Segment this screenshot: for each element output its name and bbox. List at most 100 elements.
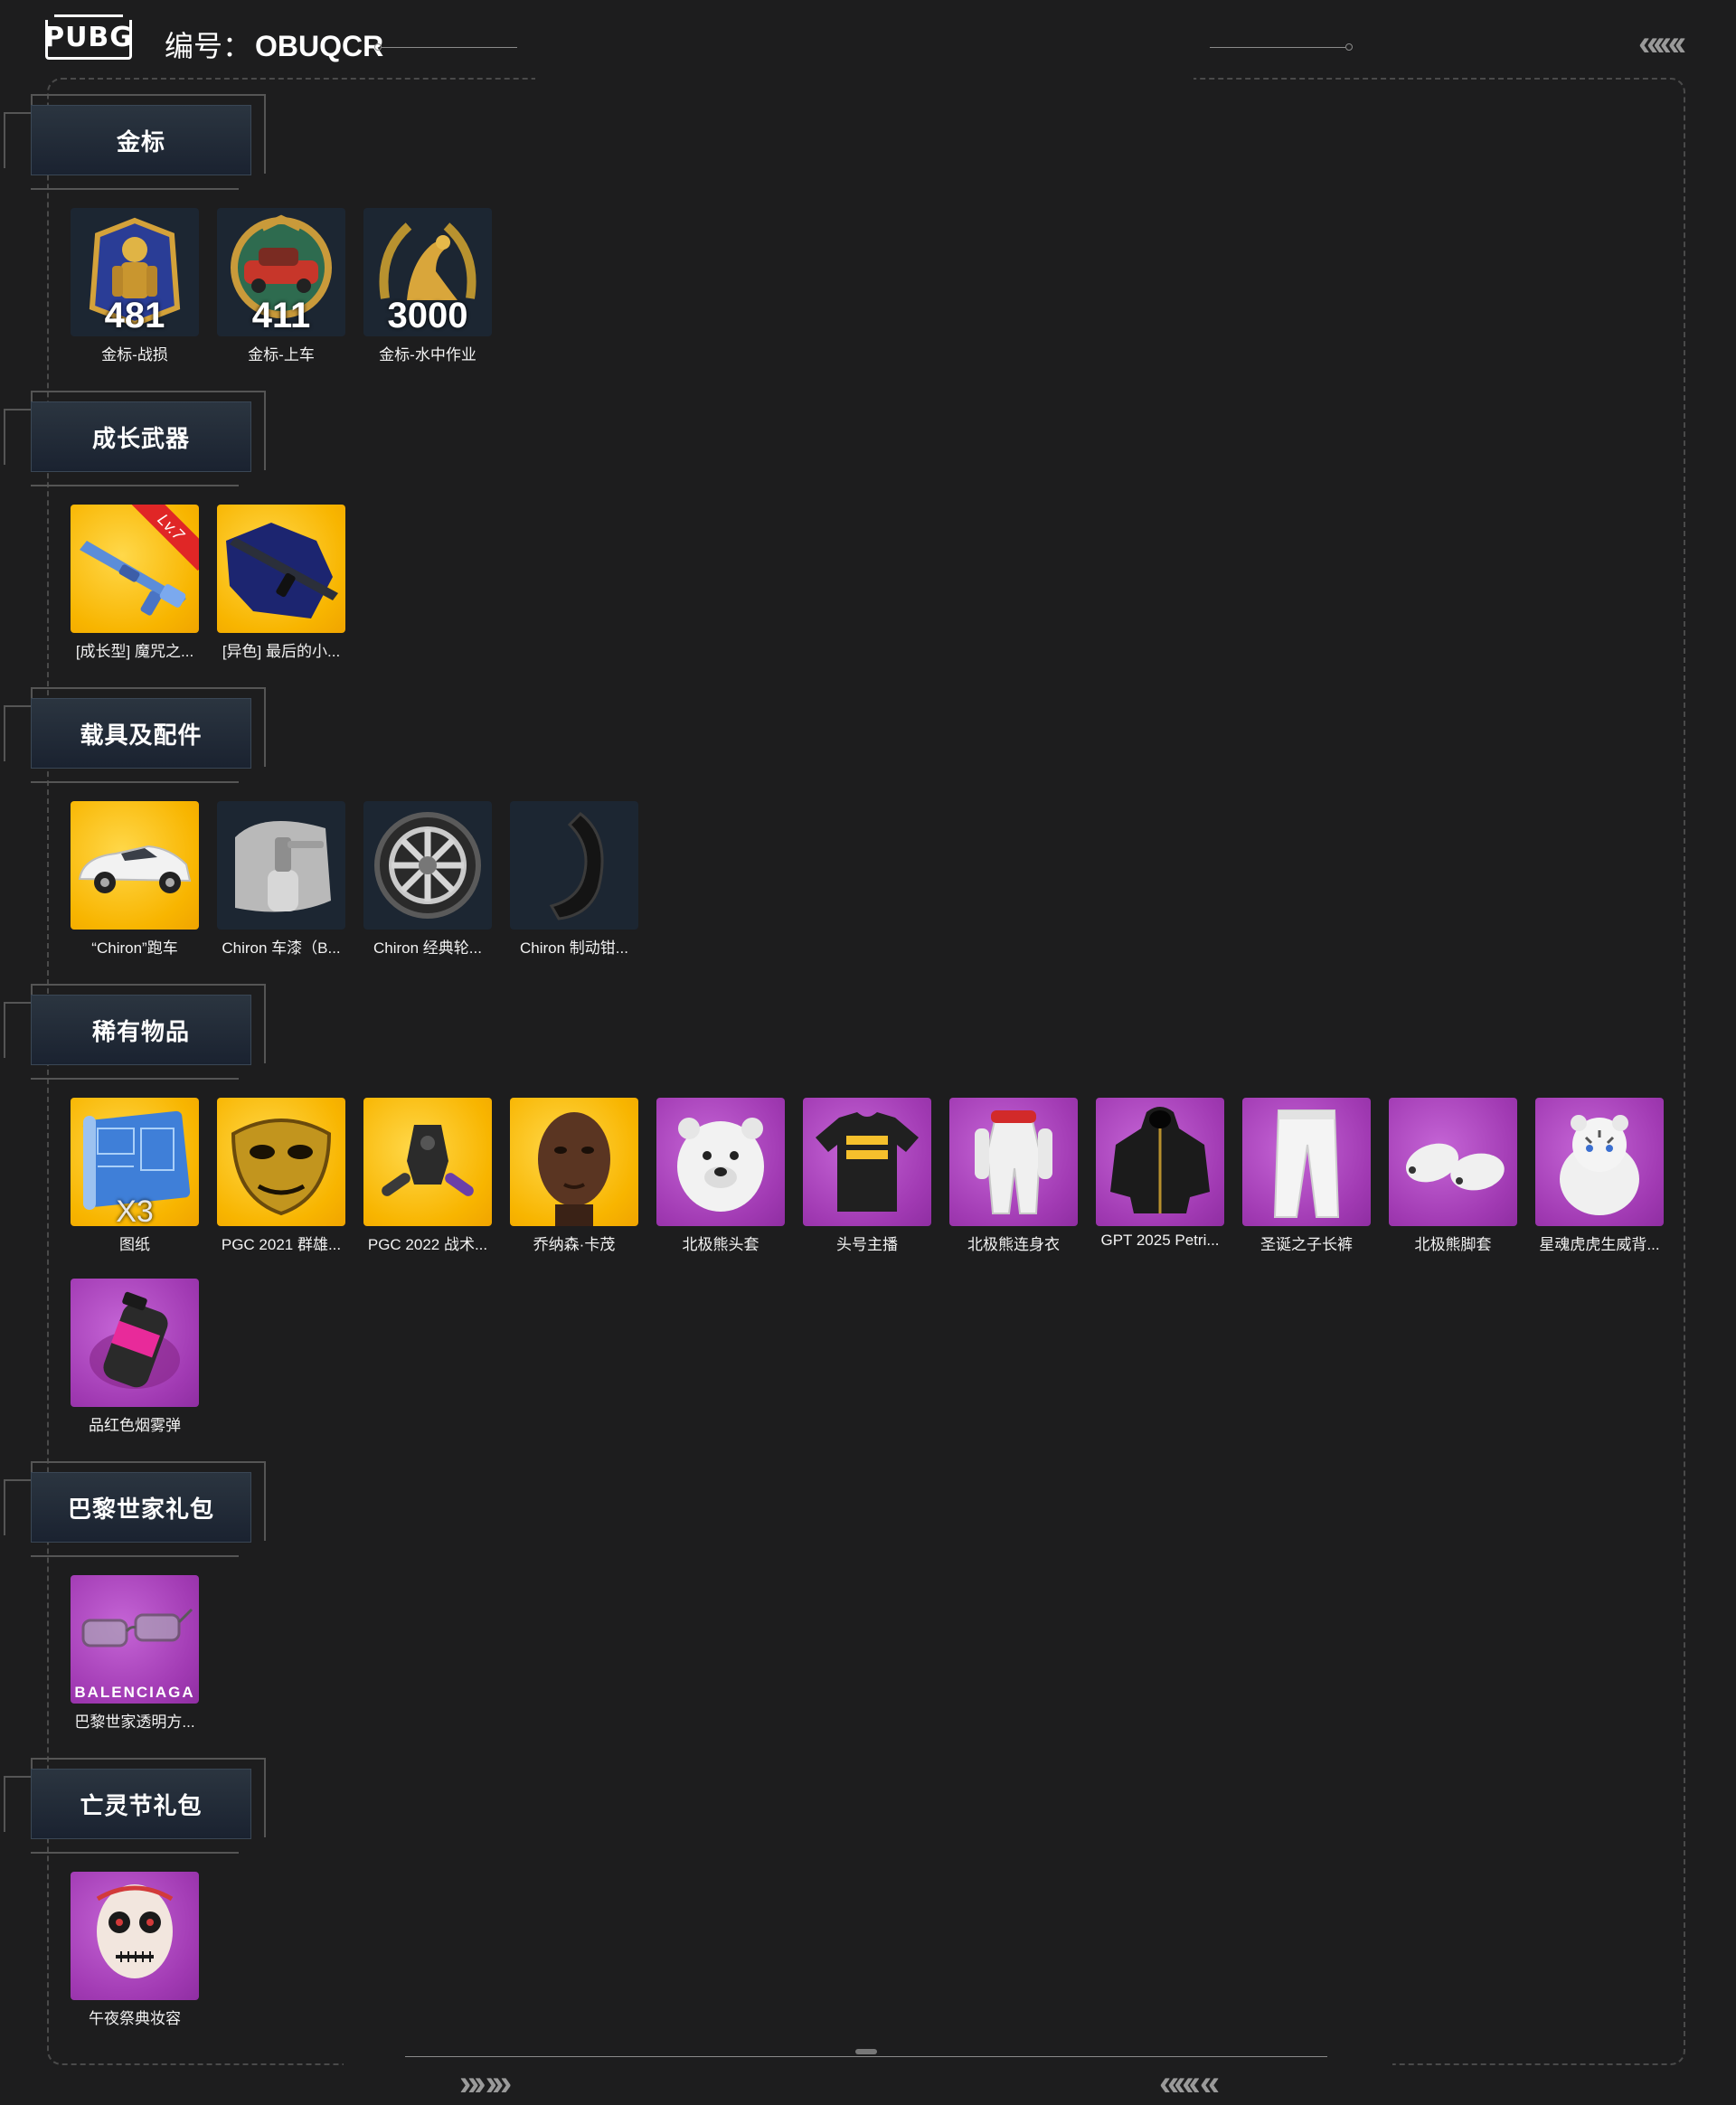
item-name: 巴黎世家透明方... <box>74 1713 195 1731</box>
inventory-item[interactable]: 午夜祭典妆容 <box>71 1872 199 2028</box>
section-header: 载具及配件 <box>0 687 271 805</box>
item-quantity: X3 <box>116 1194 154 1226</box>
item-thumbnail[interactable] <box>71 1279 199 1407</box>
section-title: 载具及配件 <box>31 698 251 769</box>
item-thumbnail[interactable]: BALENCIAGA <box>71 1575 199 1704</box>
content-frame <box>47 78 1685 2065</box>
inventory-item[interactable]: 乔纳森·卡茂 <box>510 1098 638 1254</box>
frame-top-gap <box>535 72 1194 83</box>
inventory-item[interactable]: “Chiron”跑车 <box>71 801 199 958</box>
item-name: PGC 2021 群雄... <box>221 1236 342 1253</box>
item-thumbnail[interactable]: Lv.7 <box>71 505 199 633</box>
inventory-item[interactable]: 品红色烟雾弹 <box>71 1279 199 1435</box>
item-thumbnail[interactable] <box>1096 1098 1224 1226</box>
header-bracket <box>4 1479 5 1535</box>
item-thumbnail[interactable] <box>1242 1098 1371 1226</box>
pubg-logo: PUBG <box>44 14 132 60</box>
item-thumbnail[interactable] <box>510 801 638 930</box>
item-name: “Chiron”跑车 <box>91 939 178 957</box>
header-bracket <box>4 409 31 411</box>
item-name: Chiron 车漆（B... <box>222 939 341 957</box>
item-thumbnail[interactable] <box>803 1098 931 1226</box>
footer-tab-marker <box>855 2049 877 2054</box>
inventory-item[interactable]: 圣诞之子长裤 <box>1242 1098 1371 1254</box>
inventory-item[interactable]: 北极熊脚套 <box>1389 1098 1517 1254</box>
header-bracket <box>4 112 31 114</box>
inventory-item[interactable]: Chiron 制动钳... <box>510 801 638 958</box>
item-thumbnail[interactable] <box>71 1872 199 2000</box>
header-underline <box>31 1555 239 1557</box>
hooded-jacket-icon <box>1109 1105 1212 1215</box>
bear-feet-icon <box>1400 1136 1508 1194</box>
inventory-item[interactable]: 481 金标-战损 <box>71 208 199 364</box>
item-thumbnail[interactable] <box>1535 1098 1664 1226</box>
section-title: 稀有物品 <box>31 995 251 1065</box>
item-count: 481 <box>104 296 165 335</box>
section-title: 金标 <box>31 105 251 175</box>
skull-makeup-face-icon <box>71 1872 199 2000</box>
section-header: 稀有物品 <box>0 984 271 1101</box>
inventory-item[interactable]: Chiron 车漆（B... <box>217 801 345 958</box>
item-name: 圣诞之子长裤 <box>1260 1236 1353 1253</box>
inventory-item[interactable]: GPT 2025 Petri... <box>1096 1098 1224 1250</box>
inventory-item[interactable]: Chiron 经典轮... <box>363 801 492 958</box>
section-title: 亡灵节礼包 <box>31 1769 251 1839</box>
header-bracket <box>4 409 5 465</box>
item-name: 金标-战损 <box>101 346 168 363</box>
item-name: 北极熊连身衣 <box>967 1236 1060 1253</box>
inventory-item[interactable]: [异色] 最后的小... <box>217 505 345 661</box>
footer-left-chevrons-icon: »› ›» <box>459 2063 512 2103</box>
tactical-gear-icon <box>379 1125 476 1199</box>
pants-icon <box>1274 1109 1339 1218</box>
code-label: 编号： <box>165 30 252 62</box>
item-name: 图纸 <box>119 1236 150 1253</box>
item-count: 411 <box>251 296 311 335</box>
item-thumbnail[interactable] <box>71 801 199 930</box>
inventory-item[interactable]: 头号主播 <box>803 1098 931 1254</box>
inventory-item[interactable]: PGC 2021 群雄... <box>217 1098 345 1254</box>
tiger-backpack-icon <box>1558 1113 1641 1217</box>
wheel-icon <box>363 801 492 930</box>
item-name: 金标-水中作业 <box>379 346 476 363</box>
code-value: OBUQCR <box>255 30 384 62</box>
item-name: GPT 2025 Petri... <box>1100 1232 1220 1249</box>
section-title: 成长武器 <box>31 401 251 472</box>
inventory-item[interactable]: PGC 2022 战术... <box>363 1098 492 1254</box>
item-thumbnail[interactable]: 411 <box>217 208 345 336</box>
item-name: 品红色烟雾弹 <box>89 1417 181 1434</box>
item-thumbnail[interactable] <box>217 801 345 930</box>
dark-rifle-icon <box>226 523 338 618</box>
item-name: PGC 2022 战术... <box>367 1236 488 1253</box>
section-header: 巴黎世家礼包 <box>0 1461 271 1579</box>
inventory-item[interactable]: 星魂虎虎生威背... <box>1535 1098 1664 1254</box>
item-count: 3000 <box>387 296 468 335</box>
account-code: 编号： OBUQCR <box>165 24 383 65</box>
inventory-item[interactable]: 北极熊头套 <box>656 1098 785 1254</box>
brake-caliper-icon <box>550 812 604 920</box>
item-thumbnail[interactable]: X3 <box>71 1098 199 1226</box>
inventory-item[interactable]: 3000 金标-水中作业 <box>363 208 492 364</box>
item-thumbnail[interactable] <box>949 1098 1078 1226</box>
item-thumbnail[interactable]: 3000 <box>363 208 492 336</box>
inventory-item[interactable]: BALENCIAGA 巴黎世家透明方... <box>71 1575 199 1732</box>
item-name: [成长型] 魔咒之... <box>75 643 194 660</box>
item-name: 午夜祭典妆容 <box>89 2010 181 2027</box>
item-thumbnail[interactable] <box>1389 1098 1517 1226</box>
item-thumbnail[interactable] <box>363 801 492 930</box>
header-line-dot-left <box>374 43 382 51</box>
header-bracket <box>4 1002 5 1058</box>
inventory-item[interactable]: 411 金标-上车 <box>217 208 345 364</box>
item-name: Chiron 经典轮... <box>373 939 482 957</box>
header-underline <box>31 1078 239 1080</box>
inventory-item[interactable]: 北极熊连身衣 <box>949 1098 1078 1254</box>
inventory-item[interactable]: X3 图纸 <box>71 1098 199 1254</box>
item-thumbnail[interactable] <box>363 1098 492 1226</box>
corner-chevrons-icon: «‹«‹ <box>1638 24 1686 63</box>
inventory-item[interactable]: Lv.7 [成长型] 魔咒之... <box>71 505 199 661</box>
item-thumbnail[interactable] <box>656 1098 785 1226</box>
section-header: 亡灵节礼包 <box>0 1758 271 1875</box>
item-thumbnail[interactable] <box>217 505 345 633</box>
item-thumbnail[interactable]: 481 <box>71 208 199 336</box>
item-thumbnail[interactable] <box>217 1098 345 1226</box>
item-thumbnail[interactable] <box>510 1098 638 1226</box>
